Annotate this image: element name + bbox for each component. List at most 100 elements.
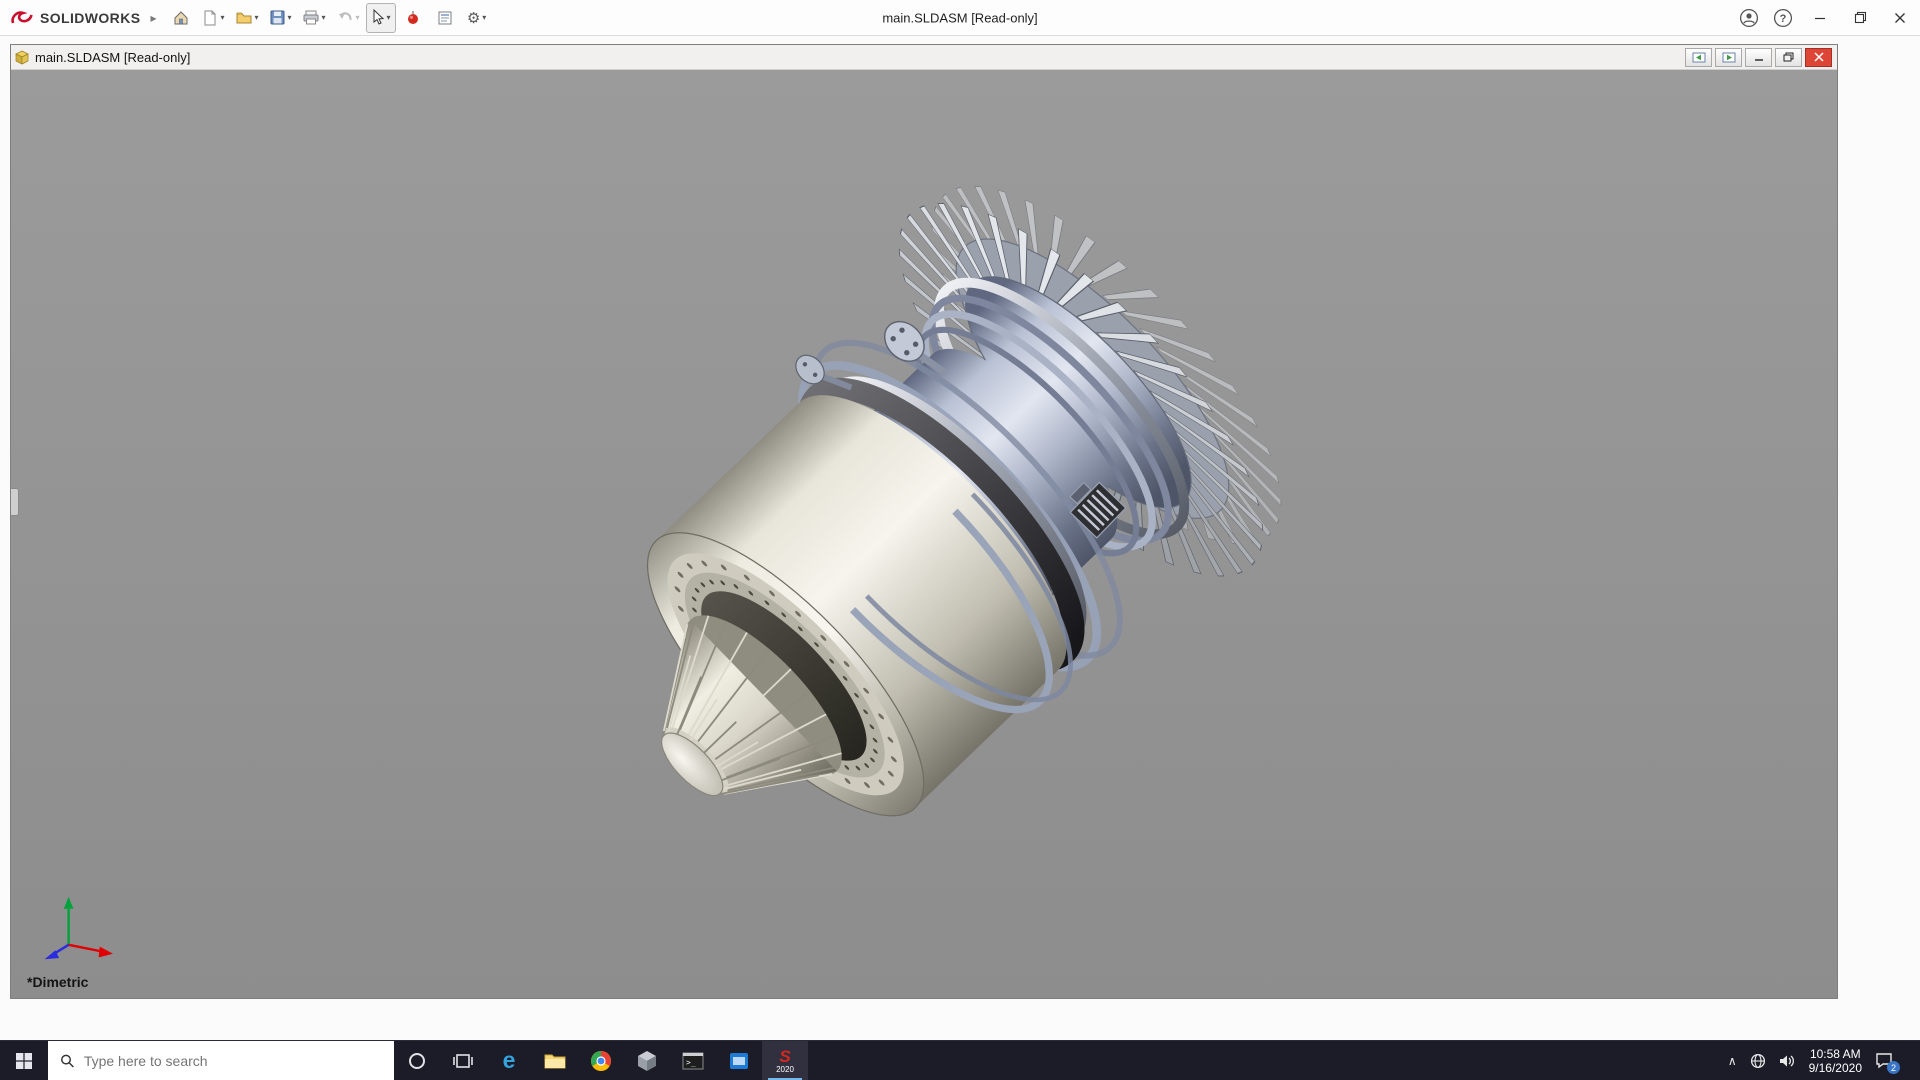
- app-client-area: main.SLDASM [Read-only]: [0, 36, 1920, 1040]
- feature-tree-collapse-tab[interactable]: [11, 488, 19, 516]
- account-icon: [1739, 8, 1759, 28]
- document-window: main.SLDASM [Read-only]: [10, 44, 1838, 999]
- close-icon: [1894, 12, 1906, 24]
- app-window-title: main.SLDASM [Read-only]: [882, 10, 1037, 25]
- minimize-button[interactable]: [1800, 0, 1840, 35]
- solidworks-app-icon: S: [779, 1048, 790, 1065]
- file-explorer-button[interactable]: [532, 1041, 578, 1080]
- media-app-icon: [729, 1052, 749, 1070]
- system-tray: ∧ 10:58 AM 9/16/2020 2: [1728, 1041, 1920, 1080]
- graphics-viewport[interactable]: *Dimetric: [11, 70, 1837, 998]
- windows-taskbar: e >_: [0, 1040, 1920, 1080]
- jet-engine-3d-model[interactable]: [11, 70, 1837, 998]
- print-icon: [302, 9, 320, 26]
- brand-name: SOLIDWORKS: [40, 10, 140, 26]
- file-explorer-icon: [544, 1052, 566, 1070]
- drawing-sheet-icon: [437, 10, 453, 26]
- engine-assembly: [510, 131, 1338, 952]
- cube-app-icon: [637, 1050, 657, 1072]
- undo-icon: [336, 10, 354, 26]
- solidworks-logo: SOLIDWORKS: [0, 9, 148, 27]
- home-button[interactable]: [166, 3, 196, 33]
- new-document-button[interactable]: ▾: [198, 3, 228, 33]
- options-button[interactable]: ⚙ ▾: [462, 3, 492, 33]
- select-cursor-icon: [371, 9, 385, 26]
- media-app-button[interactable]: [716, 1041, 762, 1080]
- svg-text:?: ?: [1780, 13, 1787, 25]
- print-button[interactable]: ▾: [298, 3, 330, 33]
- open-button[interactable]: ▾: [231, 3, 263, 33]
- solidworks-logo-icon: [10, 9, 34, 27]
- save-button[interactable]: ▾: [265, 3, 296, 33]
- drawing-sheet-button[interactable]: [430, 3, 460, 33]
- close-button[interactable]: [1880, 0, 1920, 35]
- minimize-icon: [1814, 12, 1826, 24]
- document-titlebar[interactable]: main.SLDASM [Read-only]: [11, 45, 1837, 70]
- assembly-document-icon: [14, 50, 30, 65]
- windows-logo-icon: [15, 1052, 33, 1070]
- taskbar-search[interactable]: [48, 1041, 394, 1080]
- undo-button[interactable]: ▾: [332, 3, 364, 33]
- terminal-button[interactable]: >_: [670, 1041, 716, 1080]
- cube-app-button[interactable]: [624, 1041, 670, 1080]
- undo-dropdown-caret[interactable]: ▾: [356, 13, 360, 22]
- taskbar-clock[interactable]: 10:58 AM 9/16/2020: [1809, 1047, 1862, 1075]
- doc-close-icon: [1814, 52, 1824, 62]
- cortana-button[interactable]: [394, 1041, 440, 1080]
- save-dropdown-caret[interactable]: ▾: [288, 13, 292, 22]
- x-axis-arrow: [99, 947, 113, 958]
- open-folder-icon: [235, 9, 253, 27]
- y-axis-arrow: [64, 897, 74, 909]
- select-dropdown-caret[interactable]: ▾: [387, 13, 391, 22]
- help-icon: ?: [1773, 8, 1793, 28]
- app-window-controls: ?: [1732, 0, 1920, 35]
- edge-button[interactable]: e: [486, 1041, 532, 1080]
- solidworks-year-label: 2020: [776, 1066, 794, 1074]
- new-document-icon: [202, 9, 218, 27]
- account-button[interactable]: [1732, 0, 1766, 35]
- action-center-button[interactable]: 2: [1875, 1052, 1893, 1069]
- doc-pane-button-2[interactable]: [1715, 48, 1742, 67]
- tray-chevron-icon[interactable]: ∧: [1728, 1054, 1737, 1068]
- terminal-icon: >_: [682, 1052, 704, 1070]
- orientation-triad: [37, 892, 117, 964]
- open-dropdown-caret[interactable]: ▾: [255, 13, 259, 22]
- clock-time: 10:58 AM: [1809, 1047, 1862, 1061]
- start-button[interactable]: [0, 1041, 48, 1080]
- quick-access-toolbar: ▾ ▾ ▾ ▾: [166, 3, 491, 33]
- options-gear-icon: ⚙: [467, 9, 480, 27]
- maximize-button[interactable]: [1840, 0, 1880, 35]
- doc-close-button[interactable]: [1805, 48, 1832, 67]
- appearance-bead-icon: [406, 10, 420, 26]
- document-title: main.SLDASM [Read-only]: [35, 50, 190, 65]
- save-icon: [269, 9, 286, 26]
- doc-minimize-button[interactable]: [1745, 48, 1772, 67]
- home-icon: [172, 9, 190, 27]
- task-view-button[interactable]: [440, 1041, 486, 1080]
- chrome-icon: [590, 1050, 612, 1072]
- clock-date: 9/16/2020: [1809, 1061, 1862, 1075]
- network-icon[interactable]: [1750, 1053, 1766, 1069]
- pane-arrow-right-icon: [1722, 52, 1736, 63]
- volume-icon[interactable]: [1779, 1053, 1796, 1069]
- select-tool-button[interactable]: ▾: [366, 3, 396, 33]
- browser-button[interactable]: [578, 1041, 624, 1080]
- doc-pane-button-1[interactable]: [1685, 48, 1712, 67]
- doc-restore-button[interactable]: [1775, 48, 1802, 67]
- doc-restore-icon: [1783, 52, 1794, 62]
- notification-badge: 2: [1887, 1061, 1900, 1074]
- solidworks-taskbar-button[interactable]: S 2020: [762, 1041, 808, 1080]
- appearance-button[interactable]: [398, 3, 428, 33]
- search-icon: [60, 1053, 75, 1069]
- pane-arrow-icon: [1692, 52, 1706, 63]
- help-button[interactable]: ?: [1766, 0, 1800, 35]
- menu-expand-arrow[interactable]: ▸: [150, 11, 156, 25]
- new-dropdown-caret[interactable]: ▾: [220, 13, 224, 22]
- doc-minimize-icon: [1754, 53, 1764, 62]
- options-dropdown-caret[interactable]: ▾: [482, 13, 486, 22]
- print-dropdown-caret[interactable]: ▾: [322, 13, 326, 22]
- search-input[interactable]: [84, 1053, 382, 1069]
- document-window-controls: [1685, 48, 1834, 67]
- svg-text:>_: >_: [686, 1058, 696, 1067]
- cortana-icon: [407, 1051, 427, 1071]
